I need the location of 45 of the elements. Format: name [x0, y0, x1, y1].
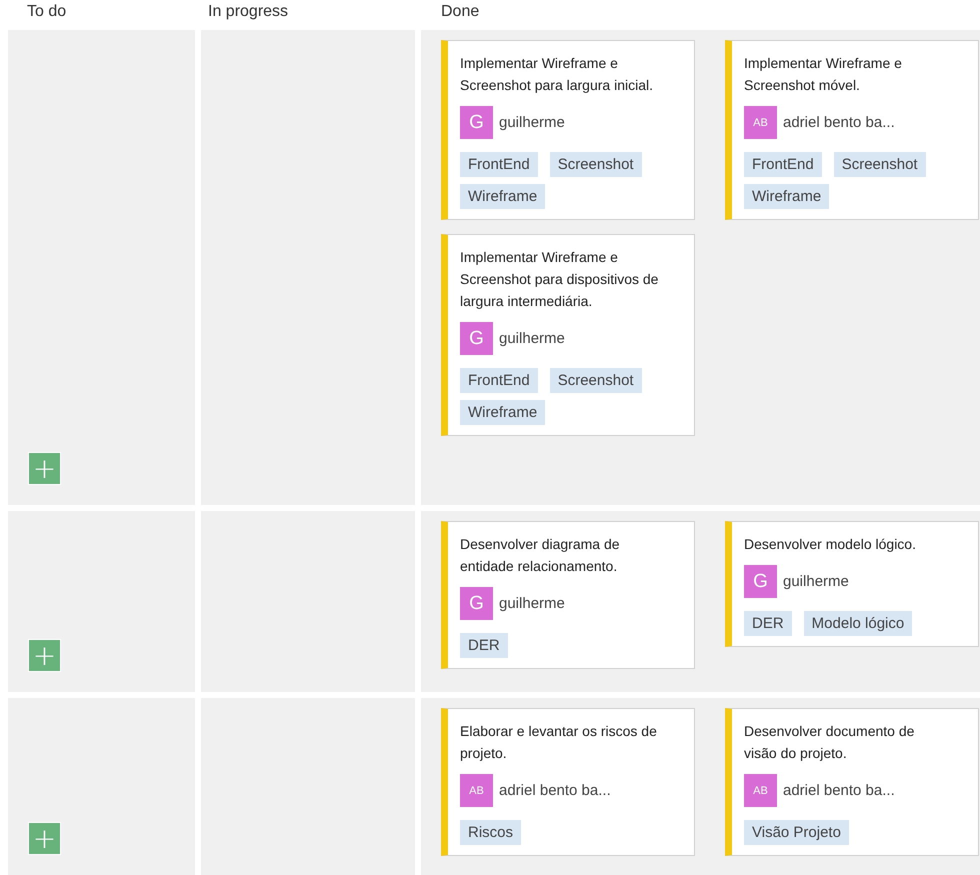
assignee-name: adriel bento ba...: [499, 782, 611, 799]
task-card[interactable]: Desenvolver diagrama de entidade relacionamento. G guilherme DER: [441, 521, 695, 669]
card-title: Implementar Wireframe e Screenshot para dispositivos de largura intermediária.: [460, 248, 660, 311]
task-card[interactable]: Implementar Wireframe e Screenshot para largura inicial. G guilherme FrontEnd Screenshot Wireframe: [441, 40, 695, 220]
assignee-name: guilherme: [499, 330, 565, 347]
tag: FrontEnd: [460, 152, 538, 177]
tag: FrontEnd: [460, 368, 538, 393]
card-title: Implementar Wireframe e Screenshot para largura inicial.: [460, 54, 654, 95]
tag: Wireframe: [744, 184, 830, 209]
assignee-name: guilherme: [499, 114, 565, 131]
task-card[interactable]: Implementar Wireframe e Screenshot móvel. AB adriel bento ba... FrontEnd Screenshot Wireframe: [725, 40, 979, 220]
assignee-name: adriel bento ba...: [783, 114, 895, 131]
tag: DER: [460, 633, 508, 658]
tag: FrontEnd: [744, 152, 822, 177]
task-card[interactable]: Desenvolver documento de visão do projeto. AB adriel bento ba... Visão Projeto: [725, 708, 979, 856]
avatar: AB: [744, 774, 777, 807]
tag: Wireframe: [460, 184, 546, 209]
assignee-name: guilherme: [783, 573, 849, 590]
tag: Screenshot: [550, 152, 642, 177]
card-title: Desenvolver documento de visão do projeto.: [744, 722, 916, 763]
column-header: In progress: [208, 3, 288, 21]
tag: Screenshot: [550, 368, 642, 393]
tag: Wireframe: [460, 400, 546, 425]
tag: Screenshot: [834, 152, 926, 177]
task-card[interactable]: Desenvolver modelo lógico. G guilherme DER Modelo lógico: [725, 521, 979, 647]
avatar: AB: [460, 774, 493, 807]
card-title: Implementar Wireframe e Screenshot móvel.: [744, 54, 903, 95]
avatar: G: [460, 322, 493, 355]
assignee-name: adriel bento ba...: [783, 782, 895, 799]
avatar: AB: [744, 106, 777, 139]
task-card[interactable]: Implementar Wireframe e Screenshot para dispositivos de largura intermediária. G guilherme FrontEnd Screenshot Wireframe: [441, 234, 695, 436]
assignee-name: guilherme: [499, 595, 565, 612]
tag: Riscos: [460, 820, 522, 845]
task-card[interactable]: Elaborar e levantar os riscos de projeto. AB adriel bento ba... Riscos: [441, 708, 695, 856]
tag: Visão Projeto: [744, 820, 849, 845]
card-title: Desenvolver diagrama de entidade relacionamento.: [460, 535, 621, 576]
column-header: To do: [27, 3, 66, 21]
tag: Modelo lógico: [804, 611, 912, 636]
card-title: Elaborar e levantar os riscos de projeto.: [460, 722, 658, 763]
avatar: G: [460, 106, 493, 139]
card-title: Desenvolver modelo lógico.: [744, 535, 917, 554]
column-header: Done: [441, 3, 480, 21]
tag: DER: [744, 611, 792, 636]
avatar: G: [460, 587, 493, 620]
avatar: G: [744, 565, 777, 598]
